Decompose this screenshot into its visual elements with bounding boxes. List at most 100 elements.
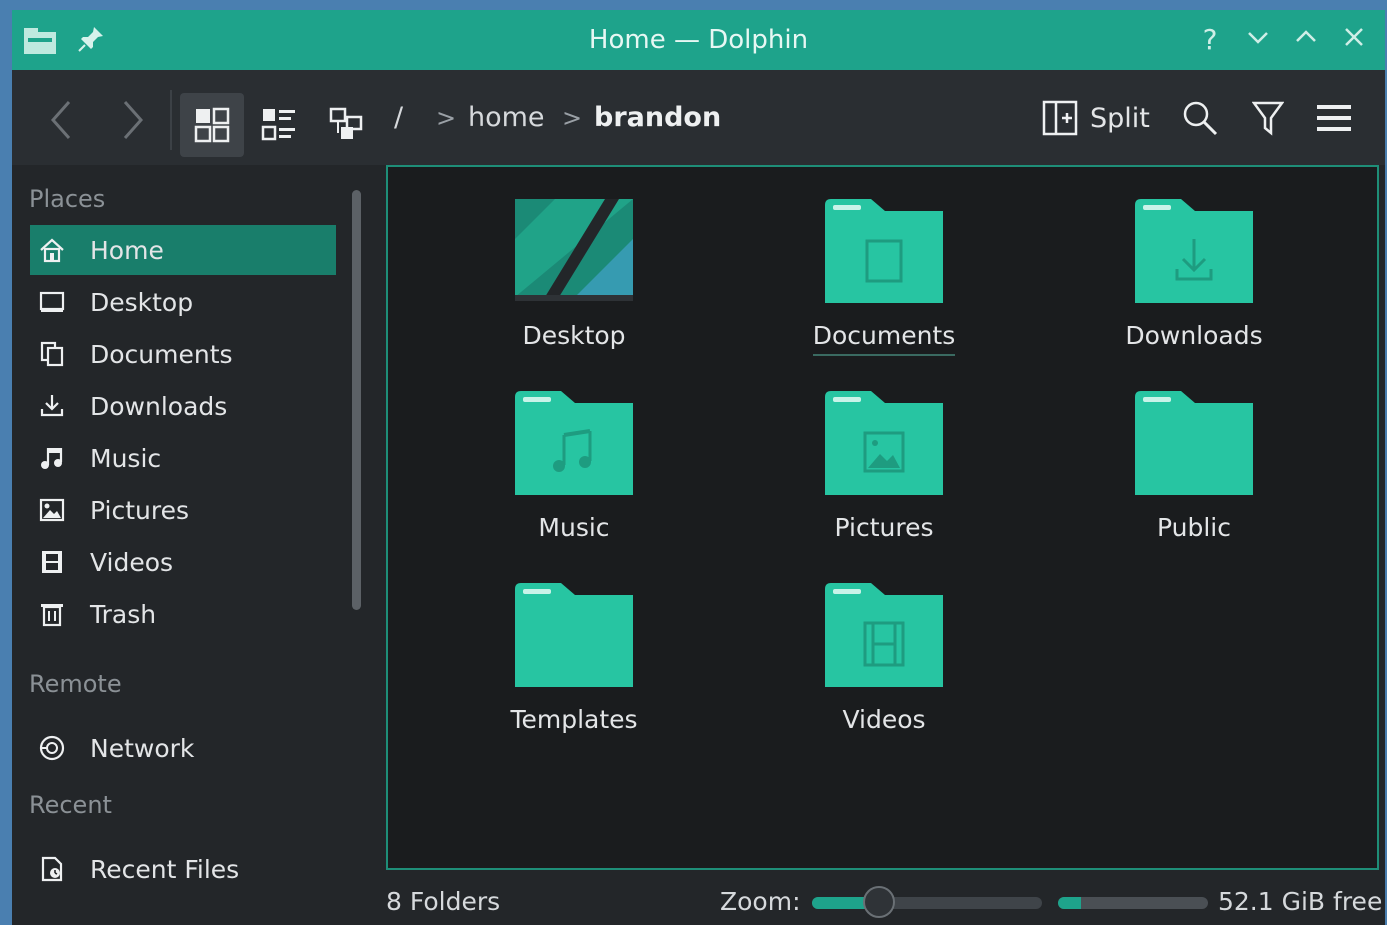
- file-item-public[interactable]: Public: [1084, 391, 1304, 542]
- free-space-bar: [1058, 897, 1208, 909]
- file-item-label: Templates: [510, 705, 638, 734]
- file-item-label: Videos: [842, 705, 926, 734]
- status-bar: 8 Folders Zoom: 52.1 GiB free: [12, 885, 1385, 925]
- chevron-down-icon: [1248, 32, 1268, 44]
- file-item-label: Public: [1157, 513, 1231, 542]
- sidebar-item-label: Downloads: [90, 391, 228, 421]
- sidebar-vertical-scrollbar[interactable]: [352, 190, 361, 610]
- toolbar: / > home > brandon Split: [12, 70, 1385, 165]
- sidebar-item-trash[interactable]: Trash: [30, 589, 336, 639]
- section-label-recent: Recent: [29, 791, 112, 819]
- compact-view-button[interactable]: [257, 93, 301, 157]
- sidebar-item-label: Music: [90, 443, 162, 473]
- breadcrumb-root[interactable]: /: [394, 98, 403, 138]
- sidebar-item-music[interactable]: Music: [30, 433, 336, 483]
- sidebar-item-videos[interactable]: Videos: [30, 537, 336, 587]
- split-view-icon: [1042, 100, 1078, 136]
- hamburger-menu-icon: [1317, 105, 1351, 131]
- sidebar-item-label: Documents: [90, 339, 233, 369]
- split-button[interactable]: Split: [1042, 98, 1150, 138]
- sidebar-item-pictures[interactable]: Pictures: [30, 485, 336, 535]
- zoom-label: Zoom:: [720, 887, 801, 916]
- file-item-desktop[interactable]: Desktop: [464, 199, 684, 350]
- chevron-up-icon: [1296, 30, 1316, 42]
- trash-icon: [38, 600, 66, 628]
- minimize-button[interactable]: [1240, 22, 1276, 58]
- sidebar-item-label: Pictures: [90, 495, 189, 525]
- help-button[interactable]: ?: [1192, 22, 1228, 58]
- forward-button[interactable]: [112, 95, 152, 145]
- file-item-videos[interactable]: Videos: [774, 583, 994, 734]
- folder-count: 8 Folders: [386, 887, 501, 916]
- search-icon: [1183, 101, 1218, 136]
- title-bar: Home — Dolphin ?: [12, 10, 1385, 70]
- dolphin-window: Home — Dolphin ? / > home > brandon Spli…: [12, 10, 1385, 925]
- file-item-documents[interactable]: Documents: [774, 199, 994, 356]
- zoom-slider[interactable]: [812, 886, 1042, 918]
- close-icon: [1345, 28, 1363, 46]
- videos-icon: [38, 548, 66, 576]
- hamburger-menu-button[interactable]: [1312, 98, 1356, 138]
- compact-view-icon: [261, 109, 295, 141]
- public-folder-icon: [1135, 391, 1253, 495]
- zoom-slider-handle[interactable]: [863, 886, 895, 918]
- back-icon: [50, 101, 71, 139]
- file-view[interactable]: Desktop Documents Downloads Music Pictur…: [386, 165, 1379, 870]
- downloads-icon: [38, 392, 66, 420]
- free-space-bar-fill: [1058, 897, 1081, 909]
- sidebar-item-home[interactable]: Home: [30, 225, 336, 275]
- desktop-folder-icon: [515, 199, 633, 301]
- file-item-pictures[interactable]: Pictures: [774, 391, 994, 542]
- music-folder-icon: [515, 391, 633, 495]
- templates-folder-icon: [515, 583, 633, 687]
- sidebar-item-desktop[interactable]: Desktop: [30, 277, 336, 327]
- free-space-label: 52.1 GiB free: [1218, 887, 1383, 916]
- toolbar-separator: [170, 90, 172, 150]
- file-item-label: Pictures: [834, 513, 934, 542]
- maximize-button[interactable]: [1288, 22, 1324, 58]
- icons-view-button[interactable]: [180, 93, 244, 157]
- breadcrumb-current[interactable]: brandon: [594, 98, 721, 138]
- places-panel: Places Home Desktop Documents Downloads …: [12, 165, 352, 885]
- sidebar-item-network[interactable]: Network: [30, 723, 336, 773]
- music-icon: [38, 444, 66, 472]
- sidebar-item-label: Trash: [90, 599, 157, 629]
- split-label: Split: [1090, 102, 1150, 134]
- filter-icon: [1252, 101, 1284, 136]
- sidebar-item-downloads[interactable]: Downloads: [30, 381, 336, 431]
- file-item-label: Music: [538, 513, 610, 542]
- downloads-folder-icon: [1135, 199, 1253, 303]
- documents-icon: [38, 340, 66, 368]
- sidebar-item-documents[interactable]: Documents: [30, 329, 336, 379]
- section-label-places: Places: [29, 185, 106, 213]
- forward-icon: [123, 101, 144, 139]
- home-icon: [38, 236, 66, 264]
- search-button[interactable]: [1178, 98, 1222, 138]
- recent-files-icon: [38, 855, 66, 883]
- file-item-templates[interactable]: Templates: [464, 583, 684, 734]
- videos-folder-icon: [825, 583, 943, 687]
- filter-button[interactable]: [1246, 98, 1290, 138]
- sidebar-item-label: Network: [90, 733, 195, 763]
- details-view-icon: [329, 107, 363, 139]
- icons-view-icon: [194, 107, 230, 143]
- documents-folder-icon: [825, 199, 943, 303]
- desktop-icon: [38, 288, 66, 316]
- file-item-label: Downloads: [1125, 321, 1263, 350]
- back-button[interactable]: [42, 95, 82, 145]
- network-icon: [38, 734, 66, 762]
- breadcrumb-home[interactable]: home: [468, 98, 545, 138]
- file-item-label: Documents: [812, 321, 956, 356]
- pictures-icon: [38, 496, 66, 524]
- breadcrumb-separator: >: [436, 104, 457, 132]
- sidebar-item-label: Desktop: [90, 287, 194, 317]
- file-item-downloads[interactable]: Downloads: [1084, 199, 1304, 350]
- file-item-music[interactable]: Music: [464, 391, 684, 542]
- window-title: Home — Dolphin: [588, 25, 809, 55]
- breadcrumb-separator: >: [562, 104, 583, 132]
- sidebar-item-label: Videos: [90, 547, 174, 577]
- close-button[interactable]: [1336, 22, 1372, 58]
- file-item-label: Desktop: [522, 321, 626, 350]
- details-view-button[interactable]: [325, 93, 369, 157]
- sidebar-item-label: Recent Files: [90, 854, 240, 884]
